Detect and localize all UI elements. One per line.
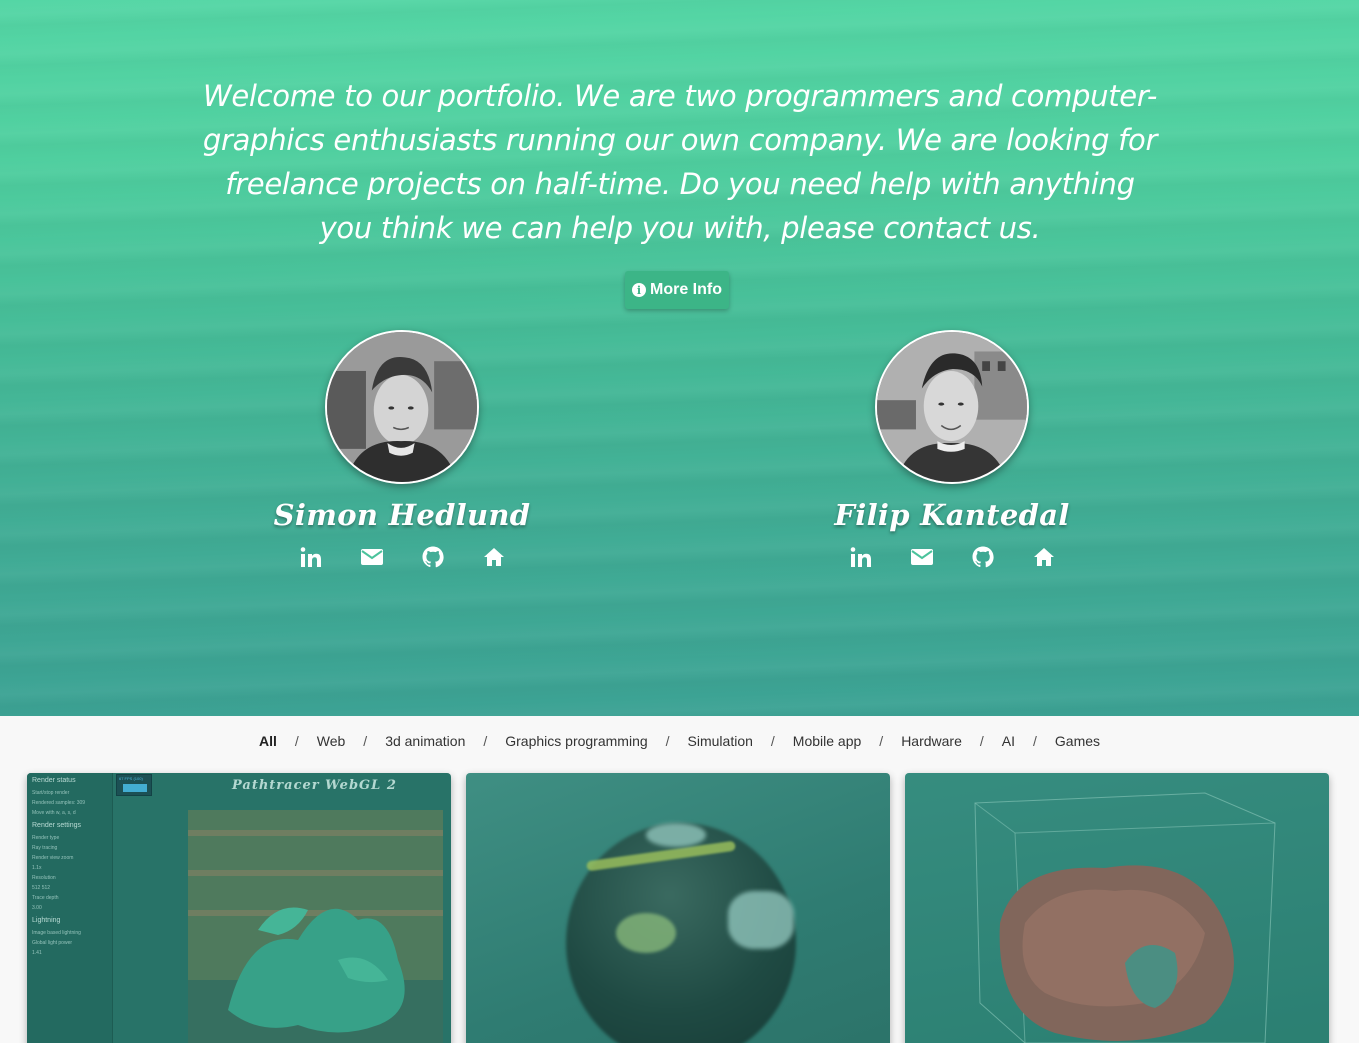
render-settings-panel: Render status Start/stop render Rendered… (27, 773, 113, 1043)
panel-row: Rendered samples: 309 (32, 800, 86, 806)
project-title: Pathtracer WebGL 2 (232, 778, 397, 793)
ball-sun-graphic (616, 913, 676, 953)
fps-label: 67 FPS (100) (119, 776, 143, 781)
filter-mobile-app[interactable]: Mobile app (789, 733, 866, 749)
mail-icon[interactable] (909, 544, 934, 569)
github-icon[interactable] (970, 544, 995, 569)
filter-games[interactable]: Games (1051, 733, 1104, 749)
filter-separator: / (294, 733, 299, 749)
ball-spot (728, 891, 794, 949)
project-card-volume[interactable] (905, 773, 1329, 1043)
mail-icon[interactable] (359, 544, 384, 569)
panel-row: Global light power (32, 940, 73, 946)
ball-spot (646, 823, 706, 847)
social-links (252, 544, 552, 569)
panel-row: Resolution (32, 875, 56, 881)
filter-simulation[interactable]: Simulation (684, 733, 757, 749)
avatar (875, 330, 1029, 484)
panel-heading: Render status (32, 777, 76, 784)
project-card-ball[interactable] (466, 773, 890, 1043)
linkedin-icon[interactable] (298, 544, 323, 569)
filter-3d-animation[interactable]: 3d animation (381, 733, 469, 749)
panel-row: Start/stop render (32, 790, 70, 796)
filter-all[interactable]: All (255, 733, 281, 749)
render-viewport (188, 810, 443, 1043)
linkedin-icon[interactable] (848, 544, 873, 569)
person-card-simon: Simon Hedlund (252, 330, 552, 569)
filter-separator: / (665, 733, 670, 749)
filter-web[interactable]: Web (313, 733, 350, 749)
res-height: 512 (41, 885, 51, 891)
panel-row: 1.1x (32, 865, 42, 871)
person-card-filip: Filip Kantedal (802, 330, 1102, 569)
filter-separator: / (879, 733, 884, 749)
filter-separator: / (979, 733, 984, 749)
panel-row: 3.00 (32, 905, 42, 911)
filter-ai[interactable]: AI (998, 733, 1019, 749)
filter-separator: / (770, 733, 775, 749)
project-card-pathtracer[interactable]: Render status Start/stop render Rendered… (27, 773, 451, 1043)
panel-row: 512 512 (27, 883, 112, 893)
hero-section: Welcome to our portfolio. We are two pro… (0, 0, 1359, 716)
home-icon[interactable] (1031, 544, 1056, 569)
res-width: 512 (32, 885, 41, 891)
person-name: Simon Hedlund (273, 498, 531, 532)
dragon-render (188, 810, 443, 1043)
category-filter-bar: All / Web / 3d animation / Graphics prog… (0, 730, 1359, 752)
person-name: Filip Kantedal (834, 498, 1070, 532)
more-info-button[interactable]: i More Info (625, 271, 729, 309)
portrait-photo (327, 332, 477, 482)
panel-row: 1.41 (32, 950, 42, 956)
social-links (802, 544, 1102, 569)
filter-separator: / (483, 733, 488, 749)
filter-separator: / (1033, 733, 1037, 749)
panel-row: Ray tracing (32, 845, 58, 851)
filter-separator: / (363, 733, 368, 749)
home-icon[interactable] (481, 544, 506, 569)
more-info-label: More Info (650, 281, 722, 298)
panel-row: Render type (32, 835, 60, 841)
panel-row: Trace depth (32, 895, 59, 901)
fps-meter: 67 FPS (100) (116, 774, 152, 796)
filter-hardware[interactable]: Hardware (897, 733, 966, 749)
portrait-photo (877, 332, 1027, 482)
panel-heading: Render settings (32, 822, 82, 829)
volume-render (974, 792, 1276, 1043)
filter-graphics-programming[interactable]: Graphics programming (501, 733, 651, 749)
github-icon[interactable] (420, 544, 445, 569)
panel-row: Image based lightning (32, 930, 81, 936)
info-icon: i (632, 283, 646, 297)
intro-text: Welcome to our portfolio. We are two pro… (202, 79, 1158, 245)
panel-row: Render view zoom (32, 855, 74, 861)
panel-heading: Lightning (32, 917, 61, 924)
avatar (325, 330, 479, 484)
panel-row: Move with w, a, s, d (32, 810, 76, 816)
